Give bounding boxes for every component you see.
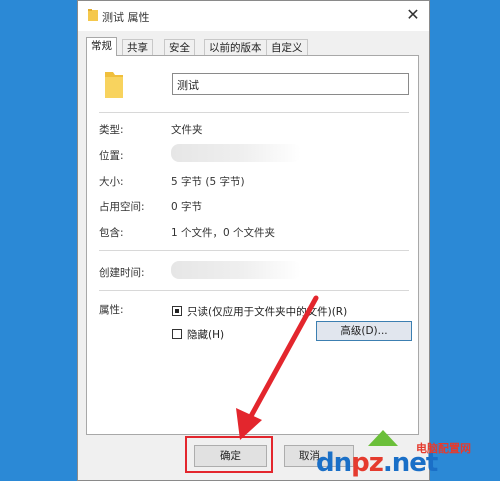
ok-highlight-box [185,436,273,473]
tab-general[interactable]: 常规 [86,37,117,56]
watermark-chinese: 电脑配置网 [416,442,471,455]
folder-icon [88,9,98,21]
type-label: 类型: [99,124,124,136]
location-value-blurred [171,144,301,162]
location-label: 位置: [99,150,124,162]
created-label: 创建时间: [99,267,145,279]
watermark-roof-icon [368,430,398,446]
advanced-button[interactable]: 高级(D)... [316,321,412,341]
readonly-checkbox[interactable] [172,306,182,316]
folder-name-input[interactable]: 测试 [172,73,409,95]
created-value-blurred [171,261,301,279]
properties-dialog: 测试 属性 ✕ 常规 共享 安全 以前的版本 自定义 测试 类型: 文件夹 位置… [77,0,430,481]
contains-label: 包含: [99,227,124,239]
hidden-label: 隐藏(H) [187,329,225,341]
close-icon[interactable]: ✕ [403,5,423,25]
size-label: 大小: [99,176,124,188]
divider [99,290,409,291]
contains-value: 1 个文件，0 个文件夹 [171,227,276,239]
size-on-disk-value: 0 字节 [171,201,203,213]
tab-customize[interactable]: 自定义 [266,39,308,55]
type-value: 文件夹 [171,124,203,136]
tab-security[interactable]: 安全 [164,39,195,55]
size-on-disk-label: 占用空间: [99,201,145,213]
size-value: 5 字节 (5 字节) [171,176,245,188]
divider [99,112,409,113]
indeterminate-mark [175,309,179,313]
window-title: 测试 属性 [102,11,150,24]
hidden-checkbox[interactable] [172,329,182,339]
tab-sharing[interactable]: 共享 [122,39,153,55]
tab-previous-versions[interactable]: 以前的版本 [204,39,267,55]
readonly-label: 只读(仅应用于文件夹中的文件)(R) [187,306,348,318]
title-bar: 测试 属性 ✕ [78,1,429,31]
general-panel: 测试 类型: 文件夹 位置: 大小: 5 字节 (5 字节) 占用空间: 0 字… [86,55,419,435]
divider [99,250,409,251]
attributes-label: 属性: [99,304,124,316]
watermark: dnpz.net [308,430,500,481]
folder-icon [105,72,123,98]
